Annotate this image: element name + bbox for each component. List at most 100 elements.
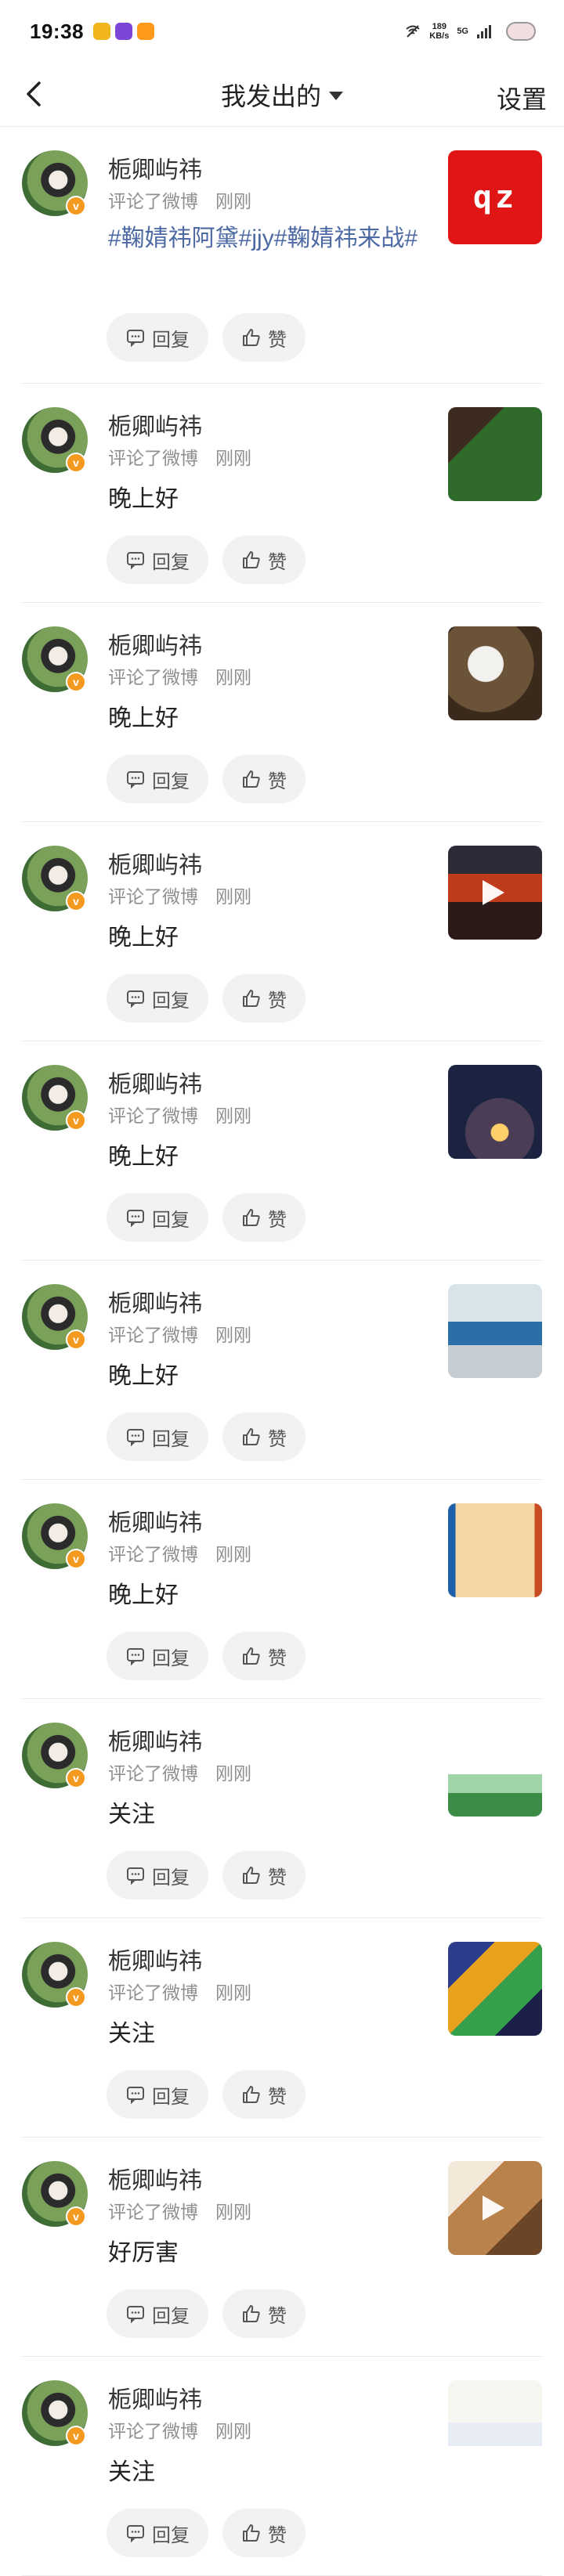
user-name[interactable]: 栀卿屿祎 [108, 2380, 202, 2415]
reply-button[interactable]: 回复 [107, 2289, 208, 2338]
comment-actions: 回复 赞 [107, 1851, 306, 1900]
flood-travel-poster[interactable] [448, 2380, 542, 2474]
like-button[interactable]: 赞 [222, 2289, 306, 2338]
list-item[interactable]: v 栀卿屿祎 评论了微博 刚刚 晚上好 回复 赞 [0, 1261, 564, 1480]
beige-card-image[interactable] [448, 1503, 542, 1597]
timestamp: 刚刚 [215, 1325, 251, 1345]
like-label: 赞 [268, 551, 287, 573]
factory-worker-photo[interactable] [448, 1284, 542, 1378]
reply-label: 回复 [152, 1867, 190, 1889]
like-label: 赞 [268, 990, 287, 1012]
user-name[interactable]: 栀卿屿祎 [108, 2161, 202, 2195]
list-item[interactable]: v 栀卿屿祎 评论了微博 刚刚 晚上好 回复 赞 [0, 603, 564, 822]
wood-craft-video[interactable] [448, 2161, 542, 2255]
battery-icon [506, 22, 536, 41]
street-food-steam-photo[interactable] [448, 626, 542, 720]
like-label: 赞 [268, 2524, 287, 2546]
reply-button[interactable]: 回复 [107, 2070, 208, 2119]
comment-bubble-icon [127, 771, 144, 789]
comment-text: 关注 [108, 1802, 155, 1827]
comment-actions: 回复 赞 [107, 313, 306, 362]
red-wall-tree-photo[interactable] [448, 407, 542, 501]
like-button[interactable]: 赞 [222, 1412, 306, 1461]
verified-badge-icon: v [66, 1329, 86, 1350]
like-button[interactable]: 赞 [222, 1851, 306, 1900]
like-button[interactable]: 赞 [222, 2509, 306, 2557]
user-name[interactable]: 栀卿屿祎 [108, 1723, 202, 1757]
reply-button[interactable]: 回复 [107, 755, 208, 803]
comment-text: 关注 [108, 2459, 155, 2485]
play-icon [483, 2195, 504, 2221]
list-item[interactable]: v 栀卿屿祎 评论了微博 刚刚 关注 回复 赞 [0, 2357, 564, 2576]
list-item[interactable]: v 栀卿屿祎 评论了微博 刚刚 好厉害 回复 赞 [0, 2138, 564, 2357]
page-title-dropdown[interactable]: 我发出的 [221, 77, 343, 113]
like-button[interactable]: 赞 [222, 755, 306, 803]
reply-button[interactable]: 回复 [107, 974, 208, 1023]
reply-button[interactable]: 回复 [107, 1851, 208, 1900]
user-name[interactable]: 栀卿屿祎 [108, 1942, 202, 1976]
action-text: 评论了微博 [108, 1763, 198, 1784]
thumbs-up-icon [243, 770, 260, 788]
reply-button[interactable]: 回复 [107, 1412, 208, 1461]
reply-button[interactable]: 回复 [107, 2509, 208, 2557]
like-label: 赞 [268, 1867, 287, 1889]
user-name[interactable]: 栀卿屿祎 [108, 1503, 202, 1538]
list-item[interactable]: v 栀卿屿祎 评论了微博 刚刚 关注 回复 赞 [0, 1918, 564, 2138]
like-button[interactable]: 赞 [222, 2070, 306, 2119]
user-name[interactable]: 栀卿屿祎 [108, 150, 202, 185]
like-button[interactable]: 赞 [222, 1632, 306, 1680]
like-label: 赞 [268, 329, 287, 351]
comment-bubble-icon [127, 990, 144, 1008]
action-text: 评论了微博 [108, 2421, 198, 2441]
timestamp: 刚刚 [215, 448, 251, 468]
action-text: 评论了微博 [108, 2202, 198, 2222]
like-button[interactable]: 赞 [222, 1193, 306, 1242]
comment-text: 晚上好 [108, 1144, 179, 1170]
comment-bubble-icon [127, 2306, 144, 2324]
qz-icon[interactable]: qz [448, 150, 542, 244]
comment-text[interactable]: #鞠婧祎阿黛#jjy#鞠婧祎来战# [108, 221, 453, 257]
user-name[interactable]: 栀卿屿祎 [108, 407, 202, 442]
green-banner-image[interactable] [448, 1723, 542, 1817]
comment-meta: 评论了微博 刚刚 [108, 1539, 251, 1566]
signal-icon [477, 25, 491, 38]
like-button[interactable]: 赞 [222, 974, 306, 1023]
play-icon [483, 880, 504, 905]
user-name[interactable]: 栀卿屿祎 [108, 626, 202, 661]
lantern-night-photo[interactable] [448, 1065, 542, 1159]
reply-label: 回复 [152, 770, 190, 792]
comment-bubble-icon [127, 2087, 144, 2105]
sunset-city-video[interactable] [448, 846, 542, 940]
back-arrow-icon[interactable] [17, 77, 52, 111]
thumbs-up-icon [243, 990, 260, 1007]
list-item[interactable]: v 栀卿屿祎 评论了微博 刚刚 晚上好 回复 赞 [0, 1480, 564, 1699]
timestamp: 刚刚 [215, 667, 251, 687]
list-item[interactable]: v 栀卿屿祎 评论了微博 刚刚 晚上好 回复 赞 [0, 822, 564, 1041]
list-item[interactable]: v 栀卿屿祎 评论了微博 刚刚 晚上好 回复 赞 [0, 1041, 564, 1261]
verified-badge-icon: v [66, 1549, 86, 1569]
list-item[interactable]: v 栀卿屿祎 评论了微博 刚刚 #鞠婧祎阿黛#jjy#鞠婧祎来战# 回复 赞 q… [0, 127, 564, 384]
reply-button[interactable]: 回复 [107, 1632, 208, 1680]
comment-actions: 回复 赞 [107, 1412, 306, 1461]
user-name[interactable]: 栀卿屿祎 [108, 846, 202, 880]
user-name[interactable]: 栀卿屿祎 [108, 1065, 202, 1099]
list-item[interactable]: v 栀卿屿祎 评论了微博 刚刚 关注 回复 赞 [0, 1699, 564, 1918]
verified-badge-icon: v [66, 2206, 86, 2227]
reply-label: 回复 [152, 1209, 190, 1231]
reply-button[interactable]: 回复 [107, 1193, 208, 1242]
reply-button[interactable]: 回复 [107, 313, 208, 362]
action-text: 评论了微博 [108, 448, 198, 468]
reply-button[interactable]: 回复 [107, 536, 208, 584]
action-text: 评论了微博 [108, 886, 198, 907]
colorful-poster-image[interactable] [448, 1942, 542, 2036]
status-app-icons [93, 23, 154, 40]
settings-button[interactable]: 设置 [497, 80, 547, 116]
like-button[interactable]: 赞 [222, 536, 306, 584]
comment-meta: 评论了微博 刚刚 [108, 662, 251, 689]
verified-badge-icon: v [66, 453, 86, 473]
thumbs-up-icon [243, 2524, 260, 2542]
wifi-off-icon [406, 25, 420, 38]
user-name[interactable]: 栀卿屿祎 [108, 1284, 202, 1319]
list-item[interactable]: v 栀卿屿祎 评论了微博 刚刚 晚上好 回复 赞 [0, 384, 564, 603]
like-button[interactable]: 赞 [222, 313, 306, 362]
